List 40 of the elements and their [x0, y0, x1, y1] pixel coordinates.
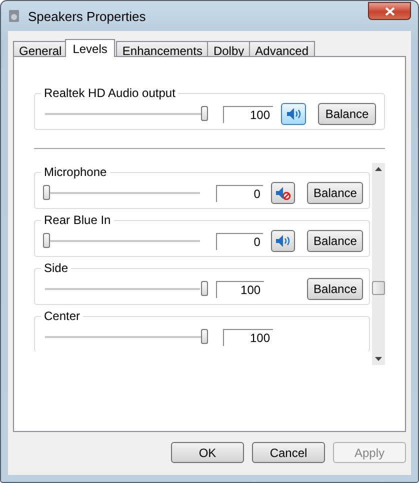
- close-icon: [384, 6, 394, 16]
- scrollbar-thumb[interactable]: [372, 281, 385, 295]
- level-field[interactable]: 100: [223, 328, 273, 346]
- slider-thumb[interactable]: [43, 185, 50, 200]
- balance-button[interactable]: Balance: [307, 182, 363, 204]
- slider-thumb[interactable]: [201, 329, 208, 344]
- scrollbar[interactable]: [372, 163, 385, 365]
- level-field[interactable]: 100: [223, 106, 273, 122]
- scroll-up-icon[interactable]: [375, 167, 382, 171]
- channel-name: Microphone: [41, 165, 110, 179]
- slider-thumb[interactable]: [43, 233, 50, 248]
- balance-button[interactable]: Balance: [307, 278, 363, 300]
- level-field[interactable]: 0: [216, 184, 264, 202]
- channel-name: Side: [41, 261, 72, 275]
- channel-name: Rear Blue In: [41, 213, 114, 227]
- level-field[interactable]: 100: [216, 280, 264, 298]
- speaker-icon: [286, 107, 302, 121]
- tab[interactable]: Enhancements: [116, 41, 208, 56]
- dialog-button[interactable]: OK: [171, 442, 244, 463]
- tab[interactable]: General: [13, 41, 68, 56]
- mute-button[interactable]: [281, 103, 306, 125]
- balance-button[interactable]: Balance: [307, 230, 363, 252]
- channel-name: Realtek HD Audio output: [41, 86, 178, 100]
- speaker-box-icon: [8, 9, 20, 23]
- channel-name: Center: [41, 309, 84, 323]
- close-button[interactable]: [368, 2, 411, 20]
- speaker-muted-icon: [275, 186, 292, 200]
- window-title: Speakers Properties: [28, 8, 146, 24]
- slider-thumb[interactable]: [201, 281, 208, 296]
- speaker-icon: [275, 234, 292, 248]
- tab[interactable]: Dolby: [207, 41, 250, 56]
- mute-button[interactable]: [271, 230, 296, 252]
- mute-button[interactable]: [271, 182, 296, 204]
- balance-button[interactable]: Balance: [318, 103, 376, 125]
- dialog-button[interactable]: Cancel: [252, 442, 325, 463]
- level-field[interactable]: 0: [216, 232, 264, 250]
- tab[interactable]: Levels: [64, 39, 116, 57]
- scroll-down-icon[interactable]: [375, 357, 382, 361]
- tab[interactable]: Advanced: [249, 41, 315, 56]
- slider-thumb[interactable]: [201, 106, 208, 121]
